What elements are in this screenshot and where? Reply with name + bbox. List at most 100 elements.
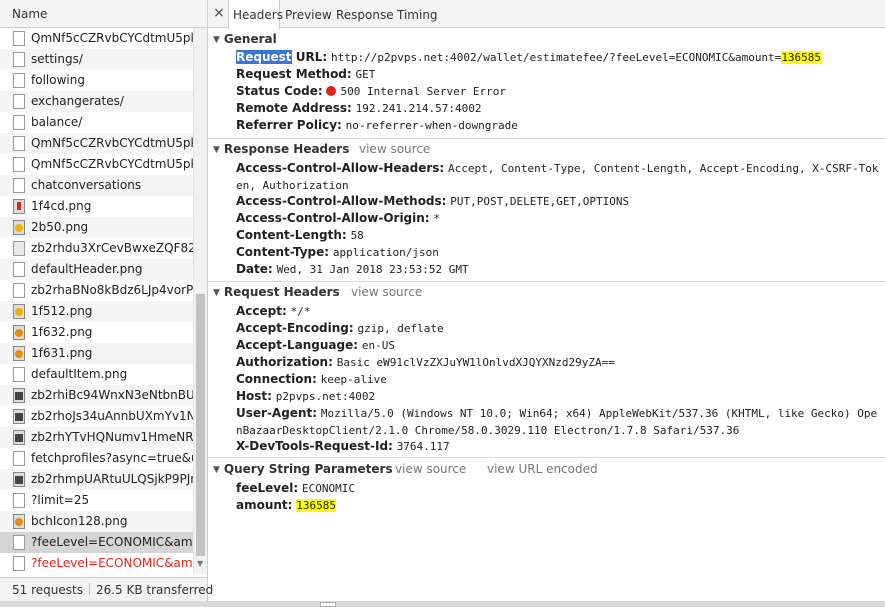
- header-value: PUT,POST,DELETE,GET,OPTIONS: [450, 195, 630, 208]
- header-value: keep-alive: [320, 373, 387, 386]
- request-row[interactable]: zb2rhYTvHQNumv1HmeNRG4...: [0, 427, 193, 448]
- details-tab-bar: × Headers Preview Response Timing: [208, 0, 885, 29]
- header-value: */*: [290, 305, 311, 318]
- document-icon: [13, 31, 25, 46]
- response-headers-section-header[interactable]: ▼ Response Headers: [213, 142, 349, 156]
- request-row[interactable]: ?limit=25: [0, 490, 193, 511]
- star-image-icon: [13, 220, 25, 235]
- query-params-section-header[interactable]: ▼ Query String Parameters: [213, 462, 393, 476]
- scrollbar-thumb[interactable]: [196, 294, 205, 556]
- request-name: zb2rhmpUARtuULQSjkP9PJnip...: [31, 472, 193, 486]
- request-name: QmNf5cCZRvbCYCdtmU5pkD...: [31, 136, 193, 150]
- request-row[interactable]: zb2rhoJs34uAnnbUXmYv1NjY...: [0, 406, 193, 427]
- tab-headers[interactable]: Headers: [228, 0, 283, 29]
- document-icon: [13, 451, 25, 466]
- request-row[interactable]: exchangerates/: [0, 91, 193, 112]
- request-row[interactable]: zb2rhmpUARtuULQSjkP9PJnip...: [0, 469, 193, 490]
- request-row[interactable]: ?feeLevel=ECONOMIC&amou...: [0, 532, 193, 553]
- request-url-selected-text: Request: [236, 50, 292, 64]
- document-icon: [13, 136, 25, 151]
- request-headers-section-header[interactable]: ▼ Request Headers: [213, 285, 340, 299]
- view-url-encoded-link[interactable]: view URL encoded: [487, 462, 598, 476]
- request-row[interactable]: 1f512.png: [0, 301, 193, 322]
- header-value: application/json: [332, 246, 439, 259]
- expand-triangle-icon: ▼: [213, 35, 220, 45]
- request-row[interactable]: 1f631.png: [0, 343, 193, 364]
- header-key: User-Agent:: [236, 406, 318, 420]
- header-row: Access-Control-Allow-Origin: *: [236, 210, 882, 227]
- request-name: zb2rhoJs34uAnnbUXmYv1NjY...: [31, 409, 193, 423]
- face-image-icon: [13, 346, 25, 361]
- request-list-scrollbar[interactable]: ▼: [193, 28, 207, 574]
- coin-image-icon: [13, 514, 25, 529]
- close-icon[interactable]: ×: [211, 5, 227, 21]
- request-name: following: [31, 73, 85, 87]
- request-row[interactable]: settings/: [0, 49, 193, 70]
- request-url-key: URL:: [291, 50, 328, 64]
- header-row: amount: 136585: [236, 497, 882, 514]
- request-row[interactable]: 1f632.png: [0, 322, 193, 343]
- request-name: 1f631.png: [31, 346, 93, 360]
- header-key: Accept:: [236, 304, 287, 318]
- scroll-down-arrow-icon[interactable]: ▼: [197, 559, 203, 568]
- request-name: chatconversations: [31, 178, 142, 192]
- header-key: Date:: [236, 262, 273, 276]
- name-column-header[interactable]: Name: [0, 0, 207, 28]
- header-row: Connection: keep-alive: [236, 371, 882, 388]
- status-code-value: 500 Internal Server Error: [340, 85, 507, 98]
- header-key: Authorization:: [236, 355, 333, 369]
- request-name: 2b50.png: [31, 220, 89, 234]
- header-value: p2pvps.net:4002: [275, 390, 376, 403]
- drawer-resize-handle[interactable]: [320, 602, 336, 607]
- document-icon: [13, 73, 25, 88]
- request-row[interactable]: bchIcon128.png: [0, 511, 193, 532]
- request-row[interactable]: chatconversations: [0, 175, 193, 196]
- request-row[interactable]: zb2rhaBNo8kBdz6LJp4vorPbm...: [0, 280, 193, 301]
- request-row[interactable]: defaultItem.png: [0, 364, 193, 385]
- section-divider: [208, 281, 885, 282]
- image-icon: [13, 241, 25, 256]
- tab-timing[interactable]: Timing: [397, 0, 438, 28]
- status-code-row: Status Code: 500 Internal Server Error: [236, 84, 507, 98]
- request-row[interactable]: balance/: [0, 112, 193, 133]
- document-icon: [13, 367, 25, 382]
- tab-response[interactable]: Response: [336, 0, 394, 28]
- header-row: Host: p2pvps.net:4002: [236, 388, 882, 405]
- header-key: feeLevel:: [236, 481, 299, 495]
- headers-content: ▼ General Request URL: http://p2pvps.net:…: [208, 28, 885, 601]
- expand-triangle-icon: ▼: [213, 145, 220, 155]
- face-image-icon: [13, 325, 25, 340]
- referrer-policy-row: Referrer Policy: no-referrer-when-downgr…: [236, 118, 518, 132]
- query-view-source-link[interactable]: view source: [395, 462, 466, 476]
- header-row: Access-Control-Allow-Methods: PUT,POST,D…: [236, 193, 882, 210]
- request-row[interactable]: ?feeLevel=ECONOMIC&amou...: [0, 553, 193, 574]
- section-divider: [208, 138, 885, 139]
- request-row[interactable]: zb2rhiBc94WnxN3eNtbnBU2C...: [0, 385, 193, 406]
- request-row[interactable]: QmNf5cCZRvbCYCdtmU5pkD...: [0, 133, 193, 154]
- request-row[interactable]: QmNf5cCZRvbCYCdtmU5pkD...: [0, 28, 193, 49]
- header-row: Accept-Encoding: gzip, deflate: [236, 320, 882, 337]
- request-view-source-link[interactable]: view source: [351, 285, 422, 299]
- request-name: fetchprofiles?async=true&usec...: [31, 451, 193, 465]
- document-icon: [13, 493, 25, 508]
- remote-address-value: 192.241.214.57:4002: [355, 102, 482, 115]
- header-row: feeLevel: ECONOMIC: [236, 480, 882, 497]
- header-key: X-DevTools-Request-Id:: [236, 439, 393, 453]
- general-section-header[interactable]: ▼ General: [213, 32, 277, 46]
- request-row[interactable]: 2b50.png: [0, 217, 193, 238]
- tab-preview[interactable]: Preview: [285, 0, 332, 28]
- request-row[interactable]: fetchprofiles?async=true&usec...: [0, 448, 193, 469]
- request-row[interactable]: zb2rhdu3XrCevBwxeZQF82DM...: [0, 238, 193, 259]
- request-row[interactable]: QmNf5cCZRvbCYCdtmU5pkD...: [0, 154, 193, 175]
- header-row: X-DevTools-Request-Id: 3764.117: [236, 438, 882, 455]
- request-name: exchangerates/: [31, 94, 124, 108]
- request-url-value: http://p2pvps.net:4002/wallet/estimatefe…: [330, 51, 782, 64]
- request-name: zb2rhYTvHQNumv1HmeNRG4...: [31, 430, 193, 444]
- document-icon: [13, 178, 25, 193]
- request-row[interactable]: following: [0, 70, 193, 91]
- response-view-source-link[interactable]: view source: [359, 142, 430, 156]
- request-row[interactable]: 1f4cd.png: [0, 196, 193, 217]
- request-row[interactable]: defaultHeader.png: [0, 259, 193, 280]
- image-icon: [13, 409, 25, 424]
- request-name: QmNf5cCZRvbCYCdtmU5pkD...: [31, 157, 193, 171]
